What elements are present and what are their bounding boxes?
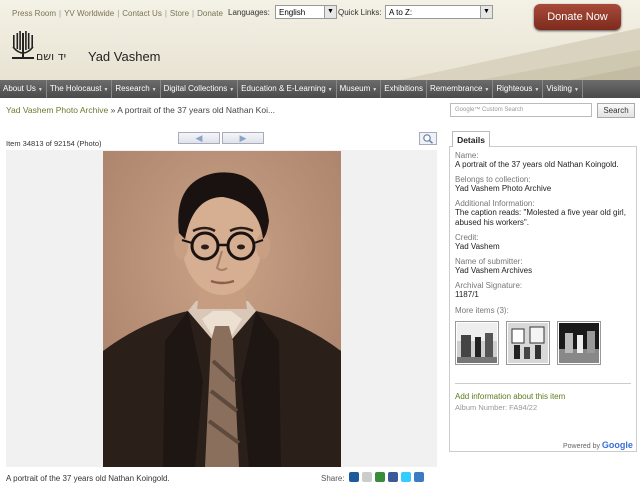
credit-label: Credit: [455,233,479,242]
contact-us-link[interactable]: Contact Us [122,9,162,18]
chevron-down-icon: ▼ [484,87,490,93]
language-value: English [279,8,306,17]
logo-hebrew-text[interactable]: יד ושם [36,50,66,63]
logo-name-text[interactable]: Yad Vashem [88,49,161,64]
share-icons [349,472,427,484]
header-decoration [400,28,640,80]
credit-value: Yad Vashem [455,242,500,251]
collection-label: Belongs to collection: [455,175,531,184]
arrow-left-icon: ◀ [195,133,203,143]
breadcrumb-current: A portrait of the 37 years old Nathan Ko… [117,105,276,115]
more-item-thumbnail[interactable] [506,321,550,365]
breadcrumb-photo-archive-link[interactable]: Yad Vashem Photo Archive [6,105,108,115]
nav-digital-collections[interactable]: Digital Collections ▼ [161,80,239,98]
nav-about-us[interactable]: About Us ▼ [0,80,47,98]
additional-info-value: The caption reads: "Molested a five year… [455,208,626,227]
top-links: Press Room | YV Worldwide | Contact Us | Store… [12,9,223,18]
language-select[interactable]: English ▼ [275,5,337,19]
archival-signature-value: 1187/1 [455,290,479,299]
name-value: A portrait of the 37 years old Nathan Ko… [455,160,619,169]
quick-links-select[interactable]: A to Z: ▼ [385,5,493,19]
more-item-thumbnail[interactable] [455,321,499,365]
custom-search-input[interactable]: Google™ Custom Search [450,103,592,117]
add-information-link[interactable]: Add information about this item [455,392,565,401]
submitter-label: Name of submitter: [455,257,523,266]
chevron-down-icon: ▼ [103,87,109,93]
yv-worldwide-link[interactable]: YV Worldwide [64,9,114,18]
nav-exhibitions[interactable]: Exhibitions [381,80,427,98]
previous-item-button[interactable]: ◀ [178,132,220,144]
collection-value: Yad Vashem Photo Archive [455,184,552,193]
google-bookmarks-icon[interactable] [375,472,385,482]
breadcrumb: Yad Vashem Photo Archive » A portrait of… [6,105,275,115]
nav-visiting[interactable]: Visiting ▼ [543,80,583,98]
archival-signature-label: Archival Signature: [455,281,523,290]
chevron-down-icon: ▼ [151,87,157,93]
quick-links-label: Quick Links: [338,8,382,17]
tab-details[interactable]: Details [452,131,490,147]
powered-by-google: Powered by Google [563,440,633,450]
arrow-right-icon: ▶ [239,133,247,143]
name-label: Name: [455,151,479,160]
email-icon[interactable] [414,472,424,482]
google-logo: Google [601,440,633,450]
twitter-icon[interactable] [401,472,411,482]
thumbnail-image [508,323,548,363]
additional-info-label: Additional Information: [455,199,535,208]
submitter-value: Yad Vashem Archives [455,266,533,275]
photo-caption: A portrait of the 37 years old Nathan Ko… [6,474,170,483]
main-nav: About Us ▼ The Holocaust ▼ Research ▼ Digital … [0,80,640,98]
nav-education[interactable]: Education & E-Learning ▼ [238,80,337,98]
chevron-down-icon: ▼ [37,87,43,93]
menorah-logo-icon[interactable] [10,29,36,63]
zoom-button[interactable] [419,132,437,145]
quick-links-value: A to Z: [389,8,413,17]
portrait-photo[interactable] [103,151,341,467]
chevron-down-icon: ▼ [574,87,579,93]
more-items-label: More items (3): [455,306,509,315]
search-button[interactable]: Search [597,103,635,118]
more-item-thumbnail[interactable] [557,321,601,365]
site-header: Press Room | YV Worldwide | Contact Us | Store… [0,0,640,80]
divider [455,383,631,384]
chevron-down-icon: ▼ [324,6,336,18]
share-label: Share: [321,474,345,483]
next-item-button[interactable]: ▶ [222,132,264,144]
press-room-link[interactable]: Press Room [12,9,56,18]
nav-the-holocaust[interactable]: The Holocaust ▼ [47,80,113,98]
nav-research[interactable]: Research ▼ [112,80,161,98]
donate-link[interactable]: Donate [197,9,223,18]
delicious-icon[interactable] [362,472,372,482]
chevron-down-icon: ▼ [372,87,378,93]
chevron-down-icon: ▼ [480,6,492,18]
languages-label: Languages: [228,8,270,17]
chevron-down-icon: ▼ [534,87,540,93]
magnifier-icon [423,134,434,144]
digg-icon[interactable] [349,472,359,482]
nav-remembrance[interactable]: Remembrance ▼ [427,80,494,98]
item-counter: Item 34813 of 92154 (Photo) [6,139,102,148]
donate-now-button[interactable]: Donate Now [534,4,621,30]
breadcrumb-separator: » [110,105,116,115]
thumbnail-image [559,323,599,363]
facebook-icon[interactable] [388,472,398,482]
thumbnail-image [457,323,497,363]
chevron-down-icon: ▼ [327,87,333,93]
chevron-down-icon: ▼ [229,87,235,93]
store-link[interactable]: Store [170,9,189,18]
nav-museum[interactable]: Museum ▼ [337,80,382,98]
album-number: Album Number: FA94/22 [455,403,538,412]
nav-righteous[interactable]: Righteous ▼ [493,80,544,98]
